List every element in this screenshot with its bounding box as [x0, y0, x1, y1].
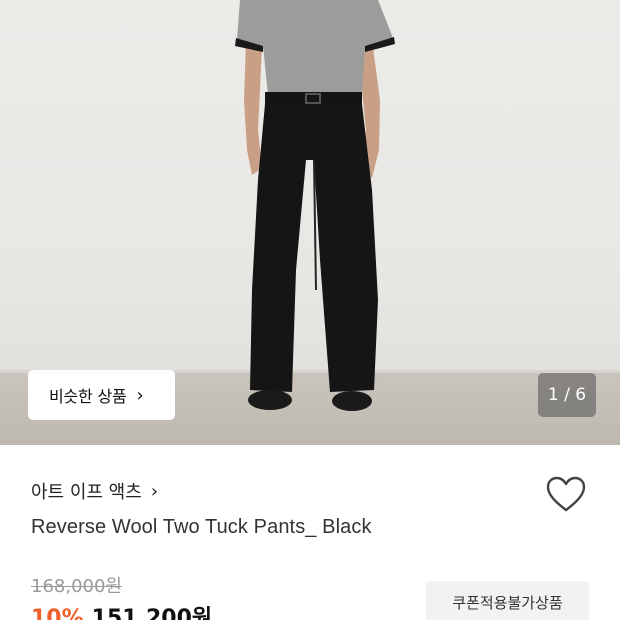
product-name: Reverse Wool Two Tuck Pants_ Black — [31, 516, 372, 538]
brand-name: 아트 이프 액츠 — [31, 482, 142, 503]
coupon-unavailable-badge: 쿠폰적용불가상품 — [426, 581, 589, 620]
sale-price: 151,200원 — [91, 606, 213, 620]
heart-outline-icon[interactable] — [546, 476, 586, 514]
brand-link[interactable]: 아트 이프 액츠 › — [31, 478, 158, 504]
similar-products-button[interactable]: 비슷한 상품 › — [28, 370, 175, 420]
product-image-gallery[interactable]: 비슷한 상품 › 1 / 6 — [0, 0, 620, 445]
original-price: 168,000원 — [31, 576, 122, 597]
discount-rate: 10% — [31, 606, 84, 620]
chevron-right-icon: › — [150, 480, 159, 502]
similar-products-label: 비슷한 상품 — [49, 387, 127, 406]
image-page-indicator: 1 / 6 — [538, 373, 596, 417]
chevron-right-icon: › — [136, 384, 144, 406]
price-row: 10% 151,200원 — [31, 600, 212, 620]
